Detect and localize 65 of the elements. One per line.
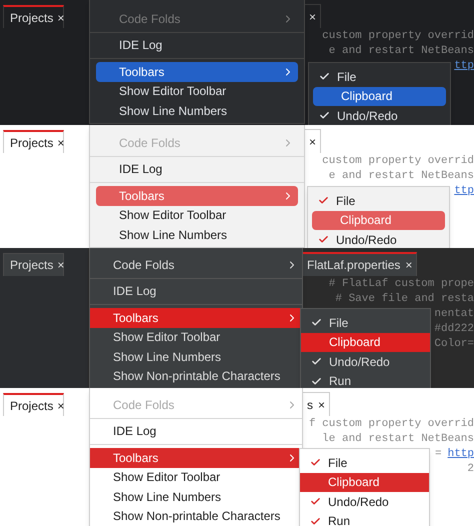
code-comment: e and restart NetBeans (328, 44, 474, 59)
editor-tab[interactable]: × (305, 129, 322, 153)
menu-item[interactable]: Clipboard (313, 86, 446, 106)
code-comment: custom property overrid (322, 29, 474, 44)
menu-item[interactable]: Run (301, 372, 430, 388)
menu-item[interactable]: Toolbars (96, 186, 298, 206)
code-comment: = (434, 447, 442, 462)
close-icon[interactable]: × (318, 396, 326, 414)
code-link[interactable]: ttp (454, 184, 474, 199)
code-link[interactable]: http (448, 447, 474, 462)
close-icon[interactable]: × (57, 8, 64, 26)
editor-tab[interactable]: FlatLaf.properties × (303, 252, 418, 276)
projects-tab[interactable]: Projects × (3, 393, 64, 416)
menu-item[interactable]: File (300, 453, 429, 472)
menu-item[interactable]: Show Editor Toolbar (90, 468, 302, 487)
projects-tab[interactable]: Projects × (3, 253, 64, 276)
code-comment: custom property overrid (322, 154, 474, 169)
editor-tab[interactable]: × (305, 4, 322, 28)
projects-tab[interactable]: Projects × (3, 130, 64, 153)
menu-item[interactable]: Show Line Numbers (90, 347, 302, 366)
code-comment: le and restart NetBeans (322, 432, 474, 447)
code-comment: 2 (467, 462, 474, 477)
close-icon[interactable]: × (309, 8, 316, 26)
menu-item[interactable]: Clipboard (301, 332, 430, 352)
menu-item[interactable]: Toolbars (90, 308, 302, 328)
code-comment: # FlatLaf custom prope (328, 277, 474, 292)
code-comment: #dd222 (434, 322, 474, 337)
menu-item[interactable]: File (309, 67, 450, 86)
menu-item[interactable]: Show Editor Toolbar (96, 206, 298, 225)
code-comment: # Save file and resta (335, 292, 474, 307)
menu-item[interactable]: Undo/Redo (308, 230, 449, 248)
close-icon[interactable]: × (405, 256, 412, 274)
code-comment: f custom property overrid (308, 417, 474, 432)
menu-item[interactable]: Show Non-printable Characters (90, 506, 302, 526)
menu-item[interactable]: Show Non-printable Characters (90, 366, 302, 386)
menu-item[interactable]: File (301, 313, 430, 332)
menu-item[interactable]: Clipboard (312, 210, 445, 230)
code-link[interactable]: ttp (454, 59, 474, 74)
menu-item[interactable]: IDE Log (90, 422, 302, 441)
menu-item[interactable]: Show Line Numbers (96, 225, 298, 244)
menu-item[interactable]: Undo/Redo (300, 492, 429, 512)
menu-item[interactable]: Clipboard (300, 472, 429, 492)
menu-item[interactable]: IDE Log (96, 160, 298, 179)
menu-item[interactable]: Show Editor Toolbar (96, 82, 298, 101)
menu-item[interactable]: IDE Log (96, 36, 298, 55)
menu-item[interactable]: IDE Log (90, 282, 302, 301)
menu-item[interactable]: Show Line Numbers (96, 101, 298, 120)
menu-item[interactable]: Toolbars (96, 62, 298, 82)
menu-item[interactable]: Undo/Redo (301, 352, 430, 372)
close-icon[interactable]: × (57, 396, 64, 414)
menu-item[interactable]: Run (300, 512, 429, 526)
close-icon[interactable]: × (309, 132, 316, 150)
menu-item[interactable]: Code Folds (90, 255, 302, 274)
projects-tab[interactable]: Projects × (3, 5, 64, 28)
code-comment: Color= (434, 337, 474, 352)
close-icon[interactable]: × (57, 134, 64, 152)
close-icon[interactable]: × (57, 256, 64, 274)
menu-item[interactable]: Show Line Numbers (90, 487, 302, 506)
menu-item[interactable]: Undo/Redo (309, 106, 450, 125)
menu-item[interactable]: File (308, 191, 449, 210)
editor-tab[interactable]: s × (303, 392, 330, 416)
menu-item[interactable]: Show Editor Toolbar (90, 328, 302, 347)
code-comment: nentat (434, 307, 474, 322)
menu-item[interactable]: Toolbars (90, 448, 302, 468)
code-comment: e and restart NetBeans (328, 169, 474, 184)
